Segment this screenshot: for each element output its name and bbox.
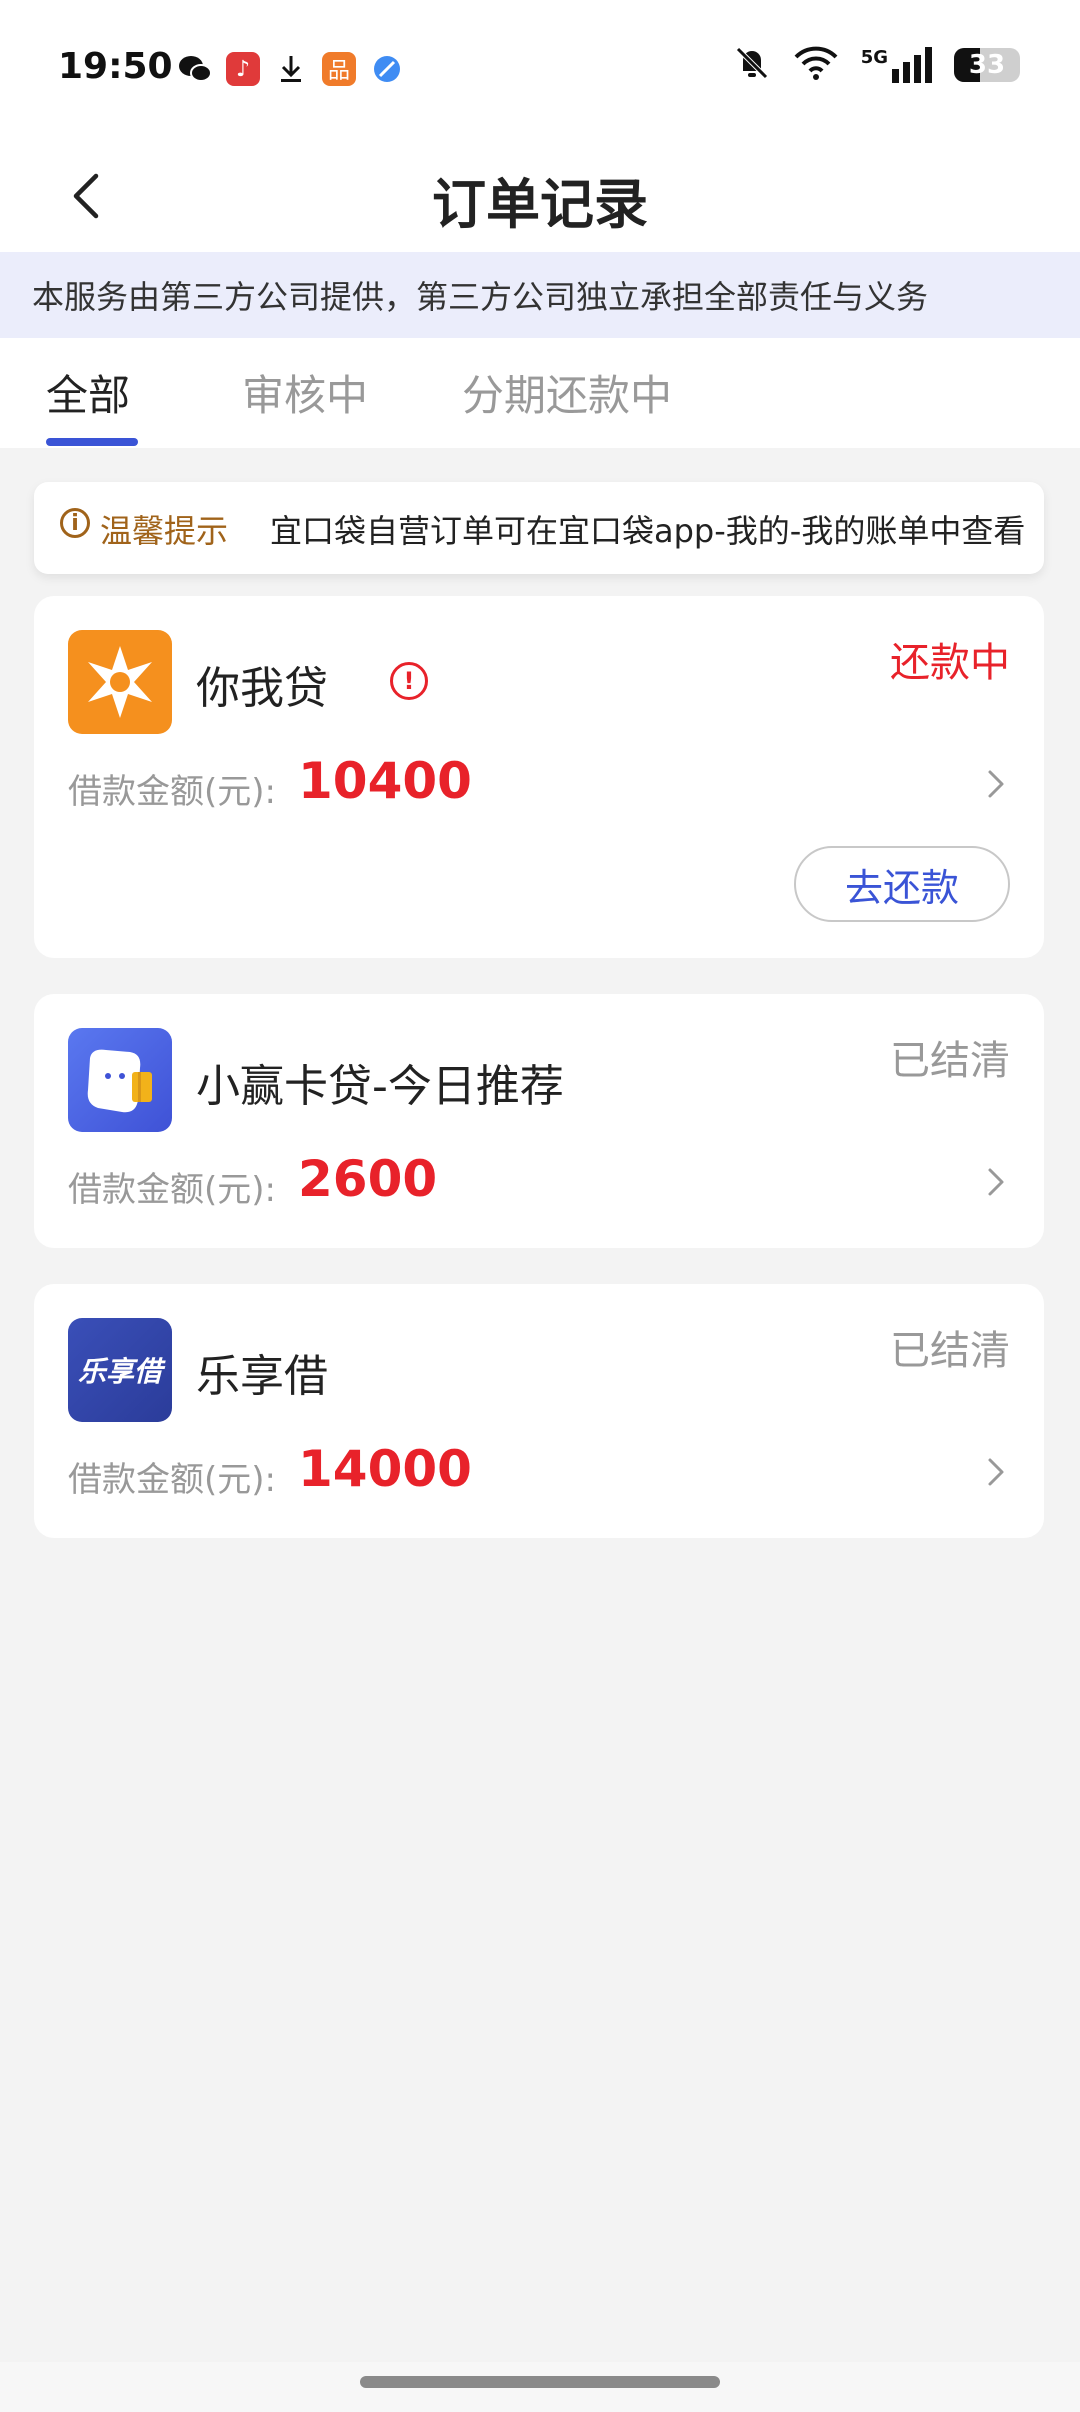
- wifi-icon: [793, 45, 839, 85]
- repay-button[interactable]: 去还款: [794, 846, 1010, 922]
- order-status: 还款中: [890, 640, 1010, 686]
- disclaimer-banner: 本服务由第三方公司提供，第三方公司独立承担全部责任与义务: [0, 252, 1080, 338]
- cellular-5g-icon: 5G: [861, 47, 932, 83]
- order-status: 已结清: [890, 1328, 1010, 1374]
- info-icon: i: [60, 508, 90, 538]
- lexiangjie-logo: 乐享借: [68, 1318, 172, 1422]
- lender-name: 小赢卡贷-今日推荐: [196, 1061, 564, 1112]
- xiaoying-logo: [68, 1028, 172, 1132]
- browser-app-icon: [370, 52, 404, 86]
- download-icon: [274, 52, 308, 86]
- notice-text: 宜口袋自营订单可在宜口袋app-我的-我的账单中查看: [270, 512, 1026, 550]
- amount-label: 借款金额(元):: [68, 1170, 276, 1210]
- niwodai-logo: [68, 630, 172, 734]
- mute-bell-icon: [733, 44, 771, 86]
- battery-icon: 33: [954, 48, 1020, 82]
- lender-name: 乐享借: [196, 1351, 328, 1402]
- music-app-icon: ♪: [226, 52, 260, 86]
- tab-bar: 全部 审核中 分期还款中: [0, 338, 1080, 448]
- nav-bar: 订单记录: [0, 140, 1080, 252]
- tab-under-review[interactable]: 审核中: [242, 362, 368, 423]
- amount-value: 10400: [298, 752, 472, 810]
- battery-level: 33: [968, 50, 1006, 80]
- amount-label: 借款金额(元):: [68, 1460, 276, 1500]
- amount-value: 14000: [298, 1440, 472, 1498]
- order-card[interactable]: 小赢卡贷-今日推荐 已结清 借款金额(元): 2600: [34, 994, 1044, 1248]
- chevron-right-icon[interactable]: [978, 1164, 1014, 1200]
- system-icons: 5G 33: [733, 44, 1020, 86]
- logo-text: 乐享借: [77, 1355, 162, 1388]
- alert-icon[interactable]: !: [390, 662, 428, 700]
- amount-value: 2600: [298, 1150, 438, 1208]
- tips-notice: i 温馨提示 宜口袋自营订单可在宜口袋app-我的-我的账单中查看: [34, 482, 1044, 574]
- tab-installment-repaying[interactable]: 分期还款中: [462, 362, 672, 423]
- network-label: 5G: [860, 47, 888, 68]
- chevron-right-icon[interactable]: [978, 766, 1014, 802]
- status-bar: 19:50 ♪ 品 5G 33: [0, 0, 1080, 140]
- notification-icons: ♪ 品: [178, 52, 404, 86]
- chevron-right-icon[interactable]: [978, 1454, 1014, 1490]
- home-indicator[interactable]: [360, 2376, 720, 2388]
- amount-label: 借款金额(元):: [68, 772, 276, 812]
- order-status: 已结清: [890, 1038, 1010, 1084]
- order-card[interactable]: 你我贷 ! 还款中 借款金额(元): 10400 去还款: [34, 596, 1044, 958]
- status-time: 19:50: [58, 46, 173, 87]
- order-card[interactable]: 乐享借 乐享借 已结清 借款金额(元): 14000: [34, 1284, 1044, 1538]
- wechat-icon: [178, 52, 212, 86]
- tab-all[interactable]: 全部: [46, 362, 130, 423]
- disclaimer-text: 本服务由第三方公司提供，第三方公司独立承担全部责任与义务: [32, 278, 929, 316]
- lender-name: 你我贷: [196, 663, 328, 714]
- active-tab-indicator: [46, 438, 138, 446]
- shopping-app-icon: 品: [322, 52, 356, 86]
- notice-label: 温馨提示: [100, 512, 229, 550]
- page-title: 订单记录: [432, 173, 648, 236]
